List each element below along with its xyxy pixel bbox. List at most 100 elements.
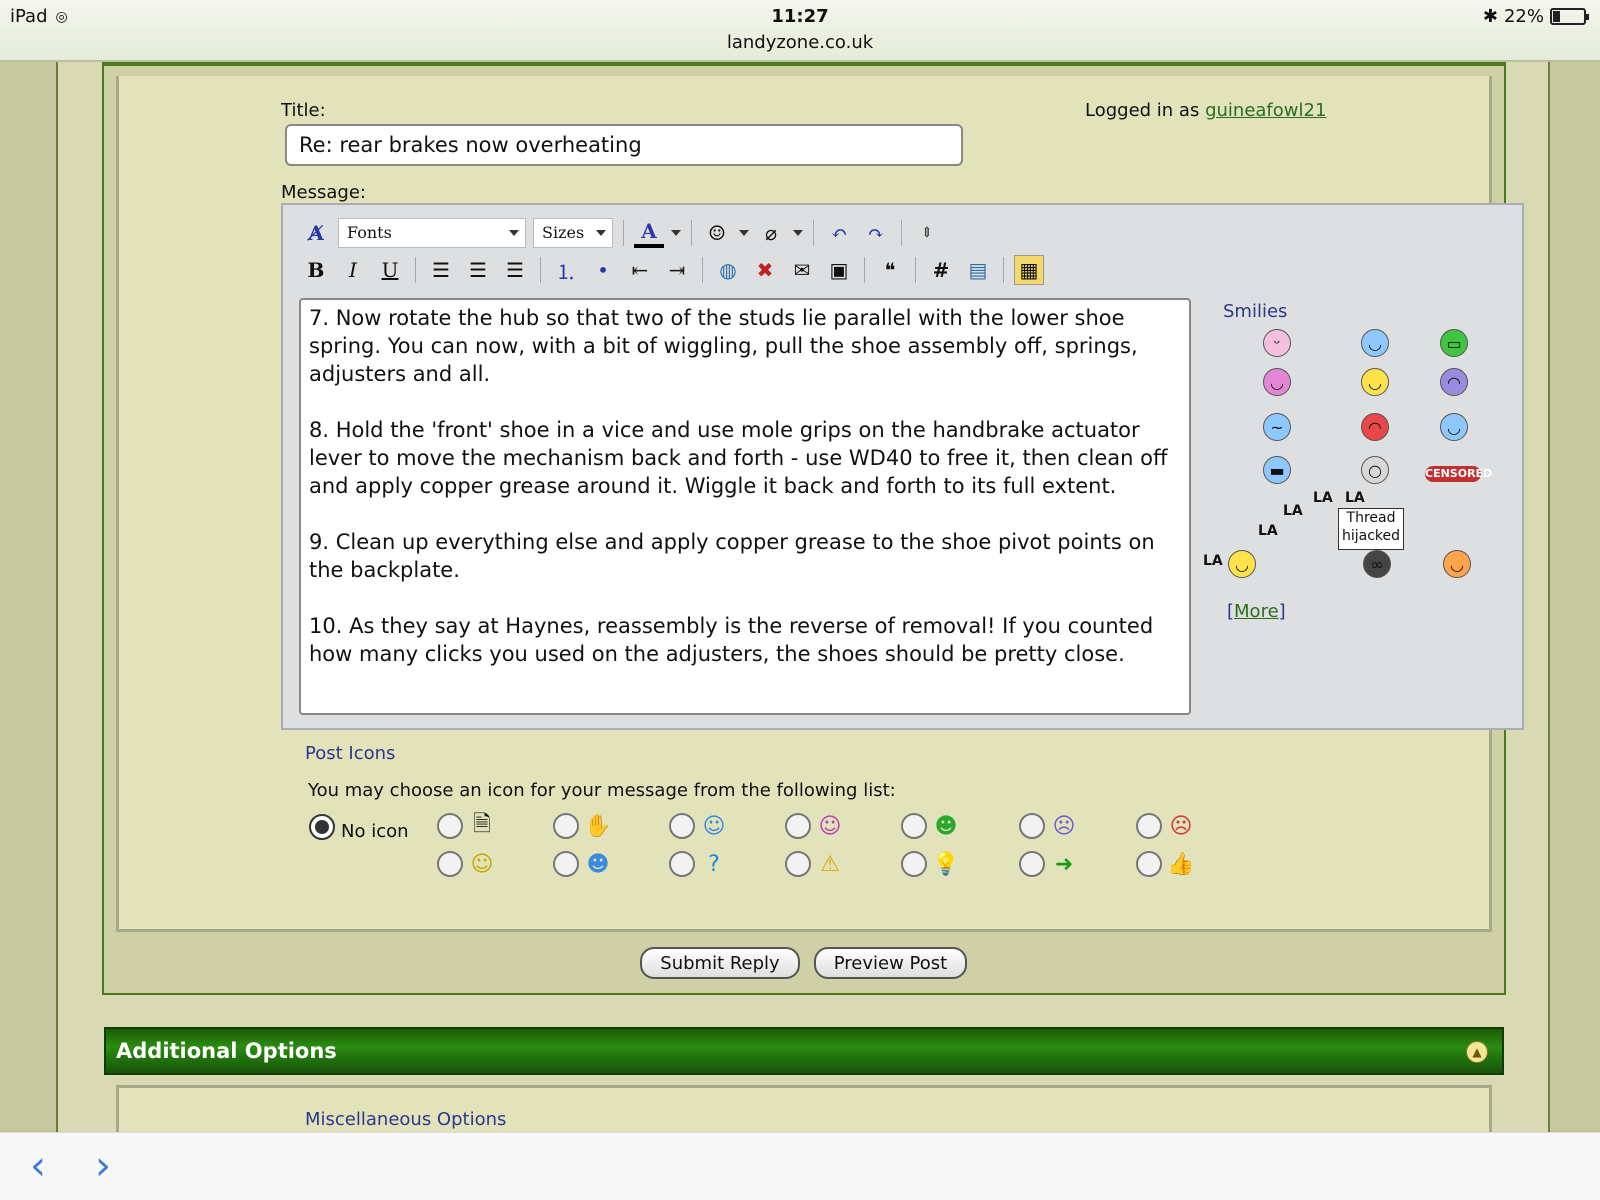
smiley-frown-icon: ☹	[1052, 813, 1076, 839]
font-select[interactable]: Fonts	[338, 218, 526, 248]
more-smilies-link[interactable]: More	[1234, 601, 1279, 622]
insert-image-icon[interactable]: ▣	[824, 255, 854, 285]
post-icon-radio[interactable]	[1136, 813, 1162, 839]
message-editor: A̸ Fonts Sizes A ☺ ⌀ ↶ ↷ ⇕ B I U ☰ ☰ ☰ ⒈…	[281, 203, 1524, 730]
smiley-rolleyes-icon[interactable]: ◡	[1440, 413, 1468, 441]
post-icon-radio[interactable]	[1136, 851, 1162, 877]
smiley-insert-icon[interactable]: ☺	[702, 218, 732, 248]
remove-link-icon[interactable]: ✖	[750, 255, 780, 285]
undo-icon[interactable]: ↶	[824, 218, 854, 248]
align-left-icon[interactable]: ☰	[426, 255, 456, 285]
smiley-smile-icon[interactable]: ◡	[1361, 329, 1389, 357]
sign-line-2: hijacked	[1341, 528, 1401, 544]
smiley-wave-icon[interactable]: ◡	[1443, 550, 1471, 578]
la-text: LA	[1345, 490, 1365, 506]
italic-button[interactable]: I	[338, 255, 368, 285]
post-icon-radio[interactable]	[1019, 851, 1045, 877]
attachment-icon[interactable]: ⌀	[756, 218, 786, 248]
chevron-down-icon	[509, 230, 519, 236]
bracket-close: ]	[1278, 601, 1286, 622]
message-label: Message:	[281, 182, 366, 203]
smiley-frown-icon[interactable]: ◠	[1440, 368, 1468, 396]
text-color-icon[interactable]: A	[634, 218, 664, 248]
post-icon-radio[interactable]	[785, 813, 811, 839]
la-text: LA	[1203, 553, 1223, 569]
insert-link-icon[interactable]: ◍	[713, 255, 743, 285]
outdent-icon[interactable]: ⇤	[625, 255, 655, 285]
logged-in-prefix: Logged in as	[1085, 100, 1200, 121]
post-icon-radio[interactable]	[553, 851, 579, 877]
size-select-label: Sizes	[542, 223, 585, 242]
smiley-cool-icon[interactable]: ▬	[1263, 456, 1291, 484]
post-icon-radio[interactable]	[437, 851, 463, 877]
bluetooth-icon: ✱	[1482, 6, 1498, 27]
chevron-down-icon[interactable]	[739, 230, 749, 236]
smiley-confused-icon[interactable]: ~	[1263, 413, 1291, 441]
post-icon-radio[interactable]	[901, 851, 927, 877]
size-select[interactable]: Sizes	[533, 218, 613, 248]
title-input[interactable]	[285, 124, 963, 166]
thumbs-up-icon: 👍	[1167, 851, 1195, 877]
smiley-yellow-icon[interactable]: ◡	[1361, 368, 1389, 396]
smiley-mad-icon[interactable]: ◠	[1361, 413, 1389, 441]
post-icon-radio[interactable]	[901, 813, 927, 839]
post-icon-radio[interactable]	[553, 813, 579, 839]
smiley-tongue-icon[interactable]: ᵕ	[1263, 329, 1291, 357]
smiley-blue-icon: ☺	[702, 813, 726, 839]
underline-button[interactable]: U	[375, 255, 405, 285]
title-label: Title:	[281, 100, 326, 121]
additional-options-header[interactable]: Additional Options ▲	[104, 1027, 1504, 1075]
indent-icon[interactable]: ⇥	[662, 255, 692, 285]
ordered-list-icon[interactable]: ⒈	[551, 255, 581, 285]
bold-button[interactable]: B	[301, 255, 331, 285]
post-icons-description: You may choose an icon for your message …	[308, 780, 896, 801]
smiley-grin-icon[interactable]: ▭	[1440, 329, 1468, 357]
chevron-down-icon[interactable]	[671, 230, 681, 236]
smiley-hijacked-icon[interactable]: ∞	[1363, 550, 1391, 578]
no-icon-label: No icon	[341, 821, 409, 842]
forward-icon[interactable]: ›	[95, 1143, 111, 1189]
post-icon-radio[interactable]	[669, 851, 695, 877]
redo-icon[interactable]: ↷	[861, 218, 891, 248]
collapse-icon[interactable]: ▲	[1466, 1041, 1488, 1063]
post-icon-radio[interactable]	[437, 813, 463, 839]
quote-icon[interactable]: ❝	[875, 255, 905, 285]
hash-button[interactable]: #	[926, 255, 956, 285]
thread-hijacked-sign[interactable]: Thread hijacked	[1338, 508, 1404, 550]
battery-icon	[1550, 8, 1589, 25]
smiley-censored-icon[interactable]: CENSORED	[1425, 466, 1492, 482]
la-text: LA	[1258, 523, 1278, 539]
thumbs-down-icon: ✋	[584, 813, 612, 839]
document-icon: 🗎	[473, 812, 491, 837]
post-icon-radio[interactable]	[1019, 813, 1045, 839]
preview-post-button[interactable]: Preview Post	[814, 947, 967, 979]
switch-mode-icon[interactable]: ▦	[1014, 255, 1044, 285]
toolbar-separator	[1003, 257, 1004, 283]
username-link[interactable]: guineafowl21	[1205, 100, 1326, 121]
php-code-icon[interactable]: ▤	[963, 255, 993, 285]
la-text: LA	[1313, 490, 1333, 506]
chevron-down-icon	[596, 230, 606, 236]
unordered-list-icon[interactable]: •	[588, 255, 618, 285]
align-center-icon[interactable]: ☰	[463, 255, 493, 285]
address-bar-url[interactable]: landyzone.co.uk	[0, 32, 1600, 53]
smiley-happy-icon[interactable]: ◡	[1263, 368, 1291, 396]
bracket-open: [	[1227, 601, 1235, 622]
smiley-lalala-icon[interactable]: ◡	[1228, 550, 1256, 578]
toolbar-separator	[623, 220, 624, 246]
arrow-right-icon: ➜	[1054, 851, 1074, 877]
message-textarea[interactable]: 7. Now rotate the hub so that two of the…	[299, 298, 1191, 715]
post-icon-radio[interactable]	[785, 851, 811, 877]
resize-editor-icon[interactable]: ⇕	[912, 218, 942, 248]
back-icon[interactable]: ‹	[30, 1143, 46, 1189]
smiley-grin-icon: ☻	[934, 813, 958, 839]
smiley-eek-icon[interactable]: ○	[1361, 456, 1389, 484]
post-icon-radio[interactable]	[669, 813, 695, 839]
post-icon-radio-none[interactable]	[309, 814, 335, 840]
question-icon: ?	[708, 851, 720, 877]
insert-email-icon[interactable]: ✉	[787, 255, 817, 285]
chevron-down-icon[interactable]	[793, 230, 803, 236]
remove-format-icon[interactable]: A̸	[301, 218, 331, 248]
submit-reply-button[interactable]: Submit Reply	[640, 947, 800, 979]
align-right-icon[interactable]: ☰	[500, 255, 530, 285]
